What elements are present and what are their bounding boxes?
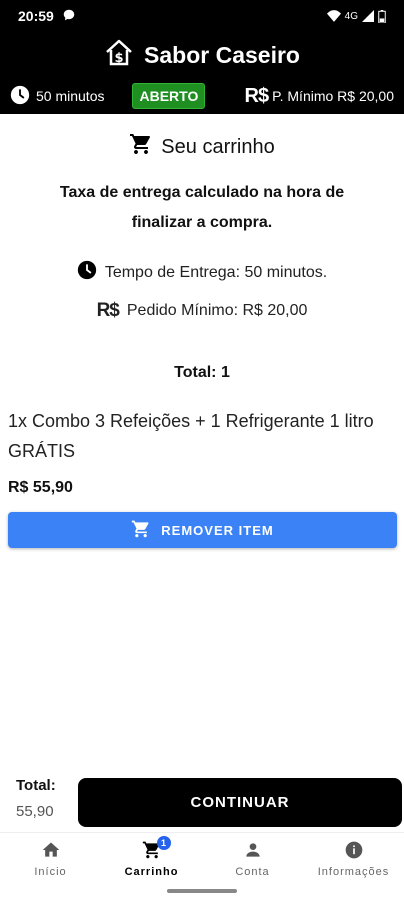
min-order-info: R$ Pedido Mínimo: R$ 20,00 [0,300,404,322]
cart-item-price: R$ 55,90 [8,479,73,496]
nav-label-info: Informações [317,865,390,878]
nav-label-home: Início [34,865,67,878]
status-bar: 20:59 4G [0,0,404,32]
delivery-time-label: 50 minutos [36,88,105,104]
nav-label-account: Conta [235,865,270,878]
min-order-text: Pedido Mínimo: R$ 20,00 [126,302,308,319]
network-label: 4G [344,10,358,22]
nav-item-home[interactable]: Início [0,833,101,884]
cart-icon [131,519,151,542]
clock-icon [10,85,30,108]
clock-icon [77,260,97,285]
continue-button[interactable]: CONTINUAR [78,778,402,827]
remove-item-label: REMOVER ITEM [161,522,274,538]
info-icon [344,840,364,863]
nav-item-account[interactable]: Conta [202,833,303,884]
cart-title-text: Seu carrinho [161,135,275,158]
footer-total-label: Total: [16,777,56,794]
battery-icon [378,9,386,23]
currency-icon: R$ [244,84,270,107]
status-badge: ABERTO [132,83,206,109]
remove-item-button[interactable]: REMOVER ITEM [8,512,397,548]
home-indicator[interactable] [167,889,237,893]
nav-label-cart: Carrinho [124,865,179,878]
cart-total-count: Total: 1 [174,364,230,381]
footer-total: Total: 55,90 [16,777,56,820]
app-header: $ Sabor Caseiro [0,32,404,78]
svg-text:$: $ [114,51,123,66]
cart-count-badge: 1 [156,836,171,850]
signal-icon [362,10,374,22]
app-title: Sabor Caseiro [144,41,300,68]
home-icon [41,840,61,863]
delivery-fee-note: Taxa de entrega calculado na hora de fin… [59,184,345,231]
min-order-label: P. Mínimo R$ 20,00 [272,88,394,104]
cart-icon [129,132,153,162]
wifi-icon [326,10,341,22]
delivery-time-info: Tempo de Entrega: 50 minutos. [0,260,404,285]
cart-item-name: 1x Combo 3 Refeições + 1 Refrigerante 1 … [8,411,374,461]
delivery-time-text: Tempo de Entrega: 50 minutos. [104,263,328,281]
bottom-navigation: Início 1 Carrinho Conta Informações [0,832,404,884]
currency-icon: R$ [96,300,120,321]
chat-bubble-icon [62,8,76,25]
person-icon [243,840,263,863]
status-icons: 4G [326,9,386,23]
cart-title: Seu carrinho [0,132,404,162]
house-dollar-logo-icon: $ [104,38,134,73]
status-time: 20:59 [18,8,54,24]
nav-item-cart[interactable]: 1 Carrinho [101,833,202,884]
nav-item-info[interactable]: Informações [303,833,404,884]
footer-total-value: 55,90 [16,803,54,820]
store-info-bar: 50 minutos ABERTO R$ P. Mínimo R$ 20,00 [0,78,404,114]
